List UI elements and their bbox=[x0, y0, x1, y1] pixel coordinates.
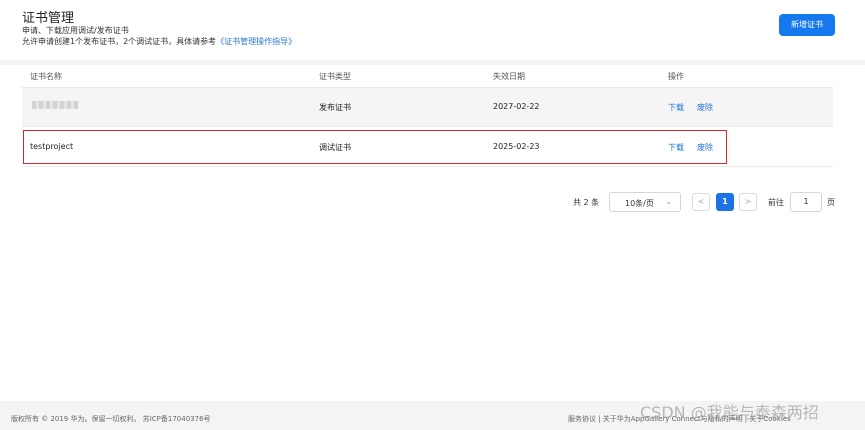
current-page[interactable]: 1 bbox=[716, 193, 734, 211]
new-certificate-button[interactable]: 新增证书 bbox=[779, 14, 835, 36]
guide-link[interactable]: 《证书管理操作指导》 bbox=[216, 37, 296, 46]
table-header: 证书名称 证书类型 失效日期 操作 bbox=[22, 65, 833, 88]
limit-text: 允许申请创建1个发布证书，2个调试证书，具体请参考 bbox=[22, 37, 217, 46]
page-description: 申请、下载应用调试/发布证书 bbox=[22, 26, 129, 35]
prev-page-button[interactable]: < bbox=[692, 193, 710, 211]
pagination-total: 共 2 条 bbox=[573, 198, 600, 207]
revoke-link[interactable]: 废除 bbox=[697, 142, 713, 153]
page-header: 证书管理 申请、下载应用调试/发布证书 允许申请创建1个发布证书，2个调试证书，… bbox=[0, 0, 865, 60]
watermark-text: CSDN @我能与泰森两招 bbox=[640, 403, 819, 422]
col-name: 证书名称 bbox=[30, 72, 62, 81]
cert-expiry: 2027-02-22 bbox=[493, 102, 540, 111]
redacted-name bbox=[32, 101, 78, 109]
table-row: testproject 调试证书 2025-02-23 下载 废除 bbox=[22, 128, 833, 167]
goto-label: 前往 bbox=[768, 198, 784, 207]
page-limit-note: 允许申请创建1个发布证书，2个调试证书，具体请参考《证书管理操作指导》 bbox=[22, 36, 296, 47]
download-link[interactable]: 下载 bbox=[668, 142, 684, 153]
cert-type: 发布证书 bbox=[319, 103, 351, 112]
download-link[interactable]: 下载 bbox=[668, 102, 684, 113]
next-page-button[interactable]: > bbox=[739, 193, 757, 211]
chevron-down-icon: ⌄ bbox=[665, 197, 672, 206]
certificate-table-card: 证书名称 证书类型 失效日期 操作 发布证书 2027-02-22 下载 废除 … bbox=[0, 65, 865, 401]
revoke-link[interactable]: 废除 bbox=[697, 102, 713, 113]
page-title: 证书管理 bbox=[22, 11, 75, 26]
cert-expiry: 2025-02-23 bbox=[493, 142, 540, 151]
cert-name: testproject bbox=[30, 142, 74, 151]
page-size-select[interactable]: 10条/页 ⌄ bbox=[609, 192, 681, 212]
cert-type: 调试证书 bbox=[319, 143, 351, 152]
col-type: 证书类型 bbox=[319, 72, 351, 81]
copyright-text: 版权所有 © 2019 华为。保留一切权利。 苏ICP备17040376号 bbox=[11, 415, 211, 423]
col-expiry: 失效日期 bbox=[493, 72, 525, 81]
col-actions: 操作 bbox=[668, 72, 684, 81]
goto-page-input[interactable]: 1 bbox=[790, 192, 822, 212]
page-unit: 页 bbox=[827, 198, 835, 207]
page-size-value: 10条/页 bbox=[625, 199, 654, 208]
table-row: 发布证书 2027-02-22 下载 废除 bbox=[22, 88, 833, 127]
